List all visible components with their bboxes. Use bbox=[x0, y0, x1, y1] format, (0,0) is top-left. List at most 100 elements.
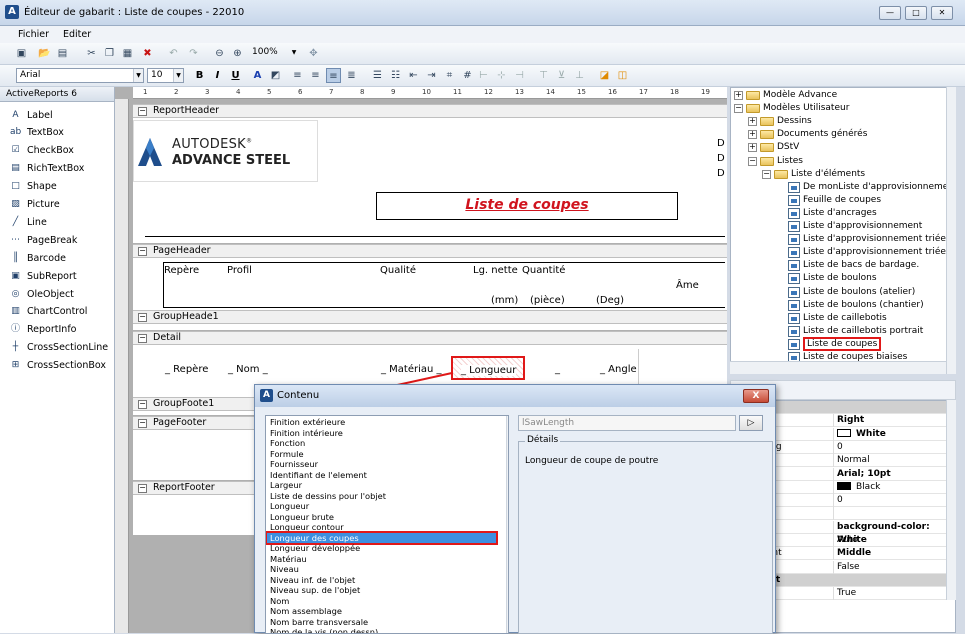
unit-piece[interactable]: (pièce) bbox=[530, 295, 565, 306]
report-title-box[interactable]: Liste de coupes bbox=[376, 192, 678, 220]
field-list-scrollbar[interactable] bbox=[506, 416, 508, 633]
minimize-button[interactable]: — bbox=[879, 6, 901, 20]
tool-oleobject[interactable]: ◎ OleObject bbox=[10, 286, 74, 302]
cut-icon[interactable]: ✂ bbox=[84, 46, 99, 61]
zoom-combo[interactable]: 100% ▼ bbox=[249, 46, 299, 61]
field-list-item[interactable]: Nom barre transversale bbox=[270, 617, 368, 628]
tree-item[interactable]: − Listes bbox=[748, 155, 803, 168]
tool-subreport[interactable]: ▣ SubReport bbox=[10, 268, 76, 284]
size-combo[interactable]: 10 ▼ bbox=[147, 68, 184, 83]
underline-button[interactable]: U bbox=[228, 68, 243, 83]
dialog-close-button[interactable]: X bbox=[743, 389, 769, 403]
tree-item[interactable]: De monListe d'approvisionnement t bbox=[776, 181, 955, 194]
bold-button[interactable]: B bbox=[192, 68, 207, 83]
collapse-icon[interactable]: − bbox=[138, 107, 147, 116]
align-lefts-icon[interactable]: ⊢ bbox=[476, 68, 491, 83]
align-middles-icon[interactable]: ⊻ bbox=[554, 68, 569, 83]
tree-item[interactable]: − Modèles Utilisateur bbox=[734, 102, 849, 115]
tree-item[interactable]: Liste de boulons (atelier) bbox=[776, 286, 915, 299]
delete-icon[interactable]: ✖ bbox=[140, 46, 155, 61]
snap-grid-icon[interactable]: # bbox=[460, 68, 475, 83]
fill-color-icon[interactable]: ◩ bbox=[268, 68, 283, 83]
property-value[interactable]: Arial; 10pt bbox=[833, 467, 955, 481]
tool-richtextbox[interactable]: ▤ RichTextBox bbox=[10, 161, 84, 177]
tree-hscrollbar[interactable] bbox=[730, 361, 946, 374]
align-bottoms-icon[interactable]: ⊥ bbox=[572, 68, 587, 83]
col-repere[interactable]: Repère bbox=[164, 265, 199, 276]
field-list-item[interactable]: Niveau sup. de l'objet bbox=[270, 585, 360, 596]
collapse-icon[interactable]: − bbox=[138, 313, 147, 322]
field-list-item[interactable]: Longueur développée bbox=[270, 543, 360, 554]
grid-icon[interactable]: ⌗ bbox=[442, 68, 457, 83]
field-longueur-selected[interactable]: _ Longueur bbox=[451, 356, 525, 380]
indent-icon[interactable]: ⇥ bbox=[424, 68, 439, 83]
tree-scrollbar[interactable] bbox=[946, 87, 956, 374]
field-list-item[interactable]: Nom assemblage bbox=[270, 606, 342, 617]
tree-item[interactable]: + DStV bbox=[748, 141, 799, 154]
field-list-item[interactable]: Niveau bbox=[270, 564, 299, 575]
field-list-item[interactable]: Longueur brute bbox=[270, 512, 334, 523]
expand-icon[interactable]: + bbox=[748, 117, 757, 127]
tree-item[interactable]: Liste de bacs de bardage. bbox=[776, 259, 919, 272]
field-list-item[interactable]: Largeur bbox=[270, 480, 302, 491]
close-window-button[interactable]: ✕ bbox=[931, 6, 953, 20]
tool-chartcontrol[interactable]: ▥ ChartControl bbox=[10, 304, 87, 320]
field-list-item[interactable]: Fonction bbox=[270, 438, 305, 449]
tree-item[interactable]: Liste de boulons (chantier) bbox=[776, 299, 924, 312]
tool-reportinfo[interactable]: ⓘ ReportInfo bbox=[10, 322, 77, 338]
align-centers-icon[interactable]: ⊹ bbox=[494, 68, 509, 83]
tool-shape[interactable]: □ Shape bbox=[10, 179, 57, 195]
collapse-icon[interactable]: − bbox=[138, 334, 147, 343]
align-rights-icon[interactable]: ⊣ bbox=[512, 68, 527, 83]
property-value[interactable]: False bbox=[833, 560, 955, 574]
open-icon[interactable]: 📂 bbox=[37, 46, 52, 61]
expand-icon[interactable]: + bbox=[748, 130, 757, 140]
property-value[interactable]: Auto bbox=[833, 534, 955, 547]
tree-item[interactable]: Liste de caillebotis portrait bbox=[776, 325, 923, 338]
tree-item[interactable]: + Dessins bbox=[748, 115, 812, 128]
numbering-icon[interactable]: ☷ bbox=[388, 68, 403, 83]
property-value[interactable]: background-color: White bbox=[833, 520, 955, 545]
font-color-icon[interactable]: A bbox=[250, 68, 265, 83]
outdent-icon[interactable]: ⇤ bbox=[406, 68, 421, 83]
send-back-icon[interactable]: ◫ bbox=[615, 68, 630, 83]
tool-textbox[interactable]: ab TextBox bbox=[10, 125, 64, 141]
print-icon[interactable]: ▤ bbox=[55, 46, 70, 61]
italic-button[interactable]: I bbox=[210, 68, 225, 83]
unit-mm[interactable]: (mm) bbox=[491, 295, 518, 306]
collapse-icon[interactable]: − bbox=[138, 484, 147, 493]
tool-checkbox[interactable]: ☑ CheckBox bbox=[10, 143, 73, 159]
collapse-icon[interactable]: − bbox=[762, 169, 771, 179]
paste-icon[interactable]: ▦ bbox=[120, 46, 135, 61]
col-profil[interactable]: Profil bbox=[227, 265, 252, 276]
tree-item[interactable]: Liste d'approvisionnement triée par bbox=[776, 233, 955, 246]
band-group-header[interactable]: − GroupHeade1 bbox=[133, 310, 727, 324]
tree-item[interactable]: Feuille de coupes bbox=[776, 194, 881, 207]
align-left-icon[interactable]: ≡ bbox=[290, 68, 305, 83]
field-name-input[interactable]: lSawLength bbox=[518, 415, 736, 431]
property-value[interactable]: Black bbox=[833, 480, 955, 494]
font-combo[interactable]: Arial ▼ bbox=[16, 68, 144, 83]
browse-button[interactable]: ▷ bbox=[739, 415, 763, 431]
field-list-item[interactable]: Finition intérieure bbox=[270, 428, 343, 439]
chevron-down-icon[interactable]: ▼ bbox=[173, 69, 183, 82]
expand-icon[interactable]: + bbox=[748, 143, 757, 153]
field-repere[interactable]: _ Repère bbox=[165, 364, 208, 375]
field-list-item[interactable]: Nom bbox=[270, 596, 289, 607]
logo-picture[interactable]: AUTODESK® ADVANCE STEEL bbox=[133, 120, 318, 182]
field-list-item[interactable]: Formule bbox=[270, 449, 304, 460]
field-list-item[interactable]: Finition extérieure bbox=[270, 417, 345, 428]
property-value[interactable] bbox=[833, 507, 955, 521]
tree-item[interactable]: Liste d'ancrages bbox=[776, 207, 877, 220]
tree-item[interactable]: Liste de boulons bbox=[776, 272, 877, 285]
tree-item[interactable]: + Documents générés bbox=[748, 128, 867, 141]
move-icon[interactable]: ✥ bbox=[306, 46, 321, 61]
chevron-down-icon[interactable]: ▼ bbox=[289, 46, 299, 59]
tree-item[interactable]: Liste de caillebotis bbox=[776, 312, 887, 325]
col-ame[interactable]: Âme bbox=[676, 280, 699, 291]
band-detail[interactable]: − Detail bbox=[133, 331, 727, 345]
zoom-out-icon[interactable]: ⊖ bbox=[212, 46, 227, 61]
field-list-item[interactable]: Matériau bbox=[270, 554, 307, 565]
align-right-icon[interactable]: ≡ bbox=[326, 68, 341, 83]
bullets-icon[interactable]: ☰ bbox=[370, 68, 385, 83]
